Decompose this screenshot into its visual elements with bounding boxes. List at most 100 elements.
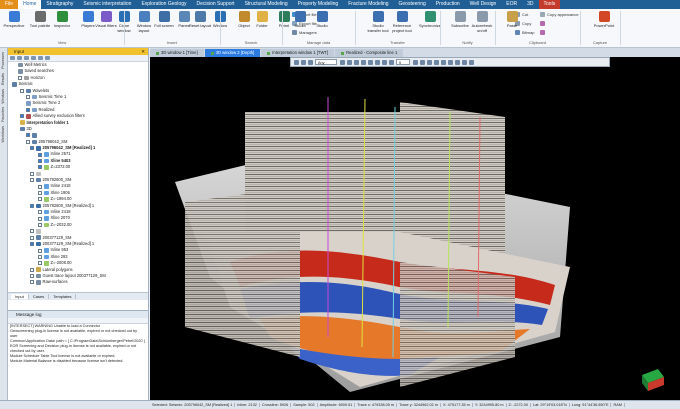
window-tab[interactable]: 3D window 2 [Depth]	[204, 49, 261, 57]
ribbon-tab[interactable]: Tools	[538, 0, 561, 9]
copy-appearance-button[interactable]: Copy appearance	[540, 12, 579, 17]
close-icon[interactable]: ✕	[141, 48, 145, 55]
tree-checkbox[interactable]	[26, 139, 30, 144]
toolbar-icon[interactable]	[45, 56, 50, 60]
tree-checkbox[interactable]	[38, 254, 42, 259]
side-dock-tab[interactable]: Processes	[1, 52, 5, 69]
tree-checkbox[interactable]	[30, 274, 34, 279]
view-icon[interactable]	[368, 59, 373, 65]
view-icon[interactable]	[427, 59, 432, 65]
ribbon-button[interactable]: Studio	[310, 11, 334, 39]
ribbon-tab[interactable]: Home	[18, 0, 42, 9]
ribbon-button[interactable]: Synchronize	[418, 11, 442, 39]
tree-checkbox[interactable]	[38, 159, 42, 164]
ribbon-tab[interactable]: Geosteering	[394, 0, 431, 9]
ribbon-tab[interactable]: Production	[431, 0, 465, 9]
ribbon-button[interactable]: Perspective	[2, 11, 26, 39]
tree-checkbox[interactable]	[26, 95, 30, 100]
ribbon-tab[interactable]: Stratigraphy	[41, 0, 78, 9]
view-icon[interactable]	[462, 59, 467, 65]
ribbon-tab[interactable]: EOR	[501, 0, 522, 9]
tree-checkbox[interactable]	[38, 191, 42, 195]
pick-mode-select[interactable]: Any	[315, 59, 337, 65]
3d-viewer[interactable]: Any 5	[150, 57, 680, 400]
side-dock-tab[interactable]: Results	[1, 73, 5, 85]
view-icon[interactable]	[361, 59, 366, 65]
tree-checkbox[interactable]	[38, 165, 42, 170]
ribbon-button[interactable]: Reference project tool	[390, 11, 414, 39]
view-icon[interactable]	[434, 59, 439, 65]
view-icon[interactable]	[382, 59, 387, 65]
ribbon-button[interactable]: Studio	[288, 11, 312, 39]
tree-checkbox[interactable]	[30, 280, 34, 285]
view-icon[interactable]	[389, 59, 394, 65]
window-tab[interactable]: 3D window 1 [Time]	[150, 49, 204, 57]
ribbon-tab[interactable]: 3D	[522, 0, 538, 9]
tree-checkbox[interactable]	[30, 178, 34, 183]
orientation-cube-icon[interactable]	[642, 369, 664, 391]
toolbar-icon[interactable]	[38, 56, 43, 60]
side-dock-tab[interactable]: Favorites	[1, 107, 5, 122]
panel-tab[interactable]: Input	[11, 294, 29, 299]
view-icon[interactable]	[354, 59, 359, 65]
ribbon-button[interactable]: Subscribe	[448, 11, 472, 39]
tree-checkbox[interactable]	[30, 242, 34, 247]
select-icon[interactable]	[294, 59, 299, 65]
view-icon[interactable]	[413, 59, 418, 65]
ribbon-tab[interactable]: Fracture Modeling	[343, 0, 393, 9]
tree-checkbox[interactable]	[20, 114, 24, 119]
view-icon[interactable]	[375, 59, 380, 65]
seismic-3d-scene[interactable]	[150, 57, 680, 400]
ribbon-tab[interactable]: Property Modeling	[293, 0, 344, 9]
toolbar-icon[interactable]	[31, 56, 36, 60]
tree-checkbox[interactable]	[26, 133, 30, 138]
ribbon-tab[interactable]: Seismic interpretation	[78, 0, 136, 9]
tree-item[interactable]: Raw-surfaces	[8, 279, 148, 285]
view-icon[interactable]	[347, 59, 352, 65]
ribbon-button[interactable]: Autorefresh on/off	[470, 11, 494, 39]
tree-checkbox[interactable]	[38, 184, 42, 189]
ribbon-button[interactable]: Tool palette	[28, 11, 52, 39]
tree-checkbox[interactable]	[38, 261, 42, 266]
tree-checkbox[interactable]	[38, 248, 42, 253]
view-icon[interactable]	[448, 59, 453, 65]
ribbon-tab[interactable]: Structural Modeling	[240, 0, 293, 9]
ribbon-button[interactable]: Inspector	[50, 11, 74, 39]
ribbon-button[interactable]: PowerPoint	[592, 11, 616, 39]
view-icon[interactable]	[469, 59, 474, 65]
ribbon-tab[interactable]: File	[0, 0, 19, 9]
ribbon-tab[interactable]: Well Design	[465, 0, 502, 9]
view-icon[interactable]	[420, 59, 425, 65]
clipboard-extra-button[interactable]	[540, 30, 547, 35]
tree-checkbox[interactable]	[38, 210, 42, 215]
ribbon-button[interactable]: Studio transfer tool	[366, 11, 390, 39]
tree-checkbox[interactable]	[30, 203, 34, 208]
view-icon[interactable]	[340, 59, 345, 65]
window-tab[interactable]: Realized - Composite line 1	[335, 49, 404, 57]
paste-appearance-button[interactable]	[540, 21, 547, 26]
tree-checkbox[interactable]	[38, 222, 42, 227]
side-dock-tab[interactable]: Windows	[1, 89, 5, 104]
count-select[interactable]: 5	[396, 59, 410, 65]
ribbon-tab[interactable]: Exploration Geology	[136, 0, 191, 9]
tree-checkbox[interactable]	[38, 152, 42, 157]
tree-checkbox[interactable]	[30, 235, 34, 240]
view-icon[interactable]	[455, 59, 460, 65]
tree-checkbox[interactable]	[30, 267, 34, 272]
tree-checkbox[interactable]	[38, 216, 42, 221]
tree-checkbox[interactable]	[20, 88, 24, 93]
ribbon-button[interactable]: Folder	[250, 11, 274, 39]
panel-tab[interactable]: Templates	[49, 294, 77, 299]
tree-checkbox[interactable]	[30, 146, 34, 151]
toolbar-icon[interactable]	[17, 56, 22, 60]
tree-checkbox[interactable]	[30, 171, 34, 176]
toolbar-icon[interactable]	[24, 56, 29, 60]
tree-checkbox[interactable]	[30, 229, 34, 234]
panel-tab[interactable]: Cases	[29, 294, 50, 299]
toolbar-icon[interactable]	[10, 56, 15, 60]
window-tab[interactable]: Interpretation window 1 [TWT]	[261, 49, 335, 57]
view-icon[interactable]	[441, 59, 446, 65]
tree-checkbox[interactable]	[18, 75, 22, 80]
tree-checkbox[interactable]	[38, 197, 42, 202]
side-dock-tab[interactable]: Workflows	[1, 126, 5, 143]
